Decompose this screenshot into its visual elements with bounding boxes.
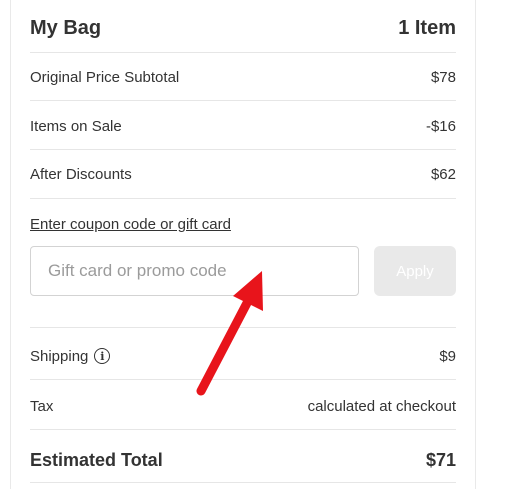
bag-title: My Bag — [30, 16, 102, 39]
shipping-value: $9 — [439, 347, 456, 365]
bag-header: My Bag 1 Item — [30, 12, 456, 44]
estimated-total-row: Estimated Total $71 — [30, 447, 456, 473]
shipping-label: Shipping — [30, 347, 89, 365]
tax-row: Tax calculated at checkout — [30, 395, 456, 417]
divider — [30, 327, 456, 328]
divider — [30, 429, 456, 430]
shipping-row: Shipping i $9 — [30, 345, 456, 367]
divider — [30, 482, 456, 483]
item-count: 1 Item — [398, 16, 456, 39]
promo-code-input[interactable] — [30, 246, 359, 296]
original-price-value: $78 — [430, 68, 456, 86]
divider — [30, 149, 456, 150]
apply-button[interactable]: Apply — [374, 246, 456, 296]
sale-value: -$16 — [425, 117, 456, 135]
original-price-row: Original Price Subtotal $78 — [30, 66, 456, 88]
tax-value: calculated at checkout — [307, 397, 456, 415]
original-price-label: Original Price Subtotal — [30, 68, 180, 86]
after-discounts-row: After Discounts $62 — [30, 163, 456, 185]
divider — [30, 52, 456, 53]
after-discounts-label: After Discounts — [30, 165, 132, 183]
tax-label: Tax — [30, 397, 54, 415]
sale-row: Items on Sale -$16 — [30, 115, 456, 137]
divider — [30, 198, 456, 199]
sale-label: Items on Sale — [30, 117, 122, 135]
coupon-link[interactable]: Enter coupon code or gift card — [30, 216, 231, 233]
after-discounts-value: $62 — [430, 165, 456, 183]
divider — [30, 100, 456, 101]
divider — [30, 379, 456, 380]
info-icon[interactable]: i — [94, 348, 111, 364]
shipping-label-group: Shipping i — [30, 347, 111, 365]
estimated-total-label: Estimated Total — [30, 449, 163, 470]
estimated-total-value: $71 — [425, 449, 456, 470]
